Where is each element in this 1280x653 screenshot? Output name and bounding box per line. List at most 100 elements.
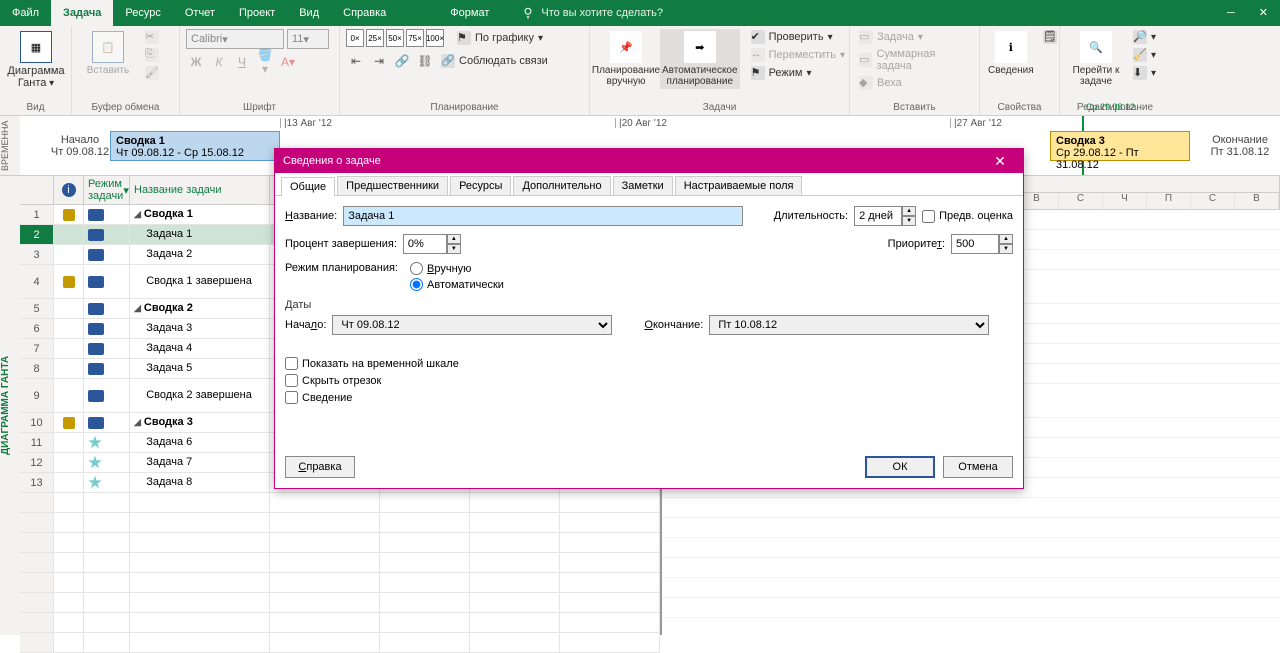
timeline-bar[interactable]: Сводка 3Ср 29.08.12 - Пт 31.08.12 — [1050, 131, 1190, 161]
inspect-button[interactable]: ✔Проверить ▾ — [748, 29, 848, 45]
dialog-close-icon[interactable]: ✕ — [985, 153, 1015, 170]
fill-button[interactable]: ⬇▾ — [1130, 65, 1159, 81]
dates-label: Даты — [285, 299, 1013, 311]
empty-row[interactable] — [20, 613, 660, 633]
duration-down[interactable]: ▼ — [902, 216, 916, 226]
ok-button[interactable]: ОК — [865, 456, 935, 478]
estimated-checkbox[interactable]: Предв. оценка — [922, 210, 1013, 223]
start-date-select[interactable]: Чт 09.08.12 — [332, 315, 612, 335]
task-icon: ▭ — [859, 30, 873, 44]
move-button: ↔Переместить ▾ — [748, 47, 848, 63]
pct-input[interactable] — [403, 234, 447, 254]
auto-mode-icon — [88, 417, 104, 429]
timeline-tick: |20 Авг '12 — [615, 118, 667, 128]
menu-format[interactable]: Формат — [438, 0, 501, 26]
scissors-icon: ✂ — [145, 30, 159, 44]
empty-row[interactable] — [20, 533, 660, 553]
manual-radio[interactable]: Вручную — [410, 262, 504, 275]
notes-button[interactable]: 🗒 — [1040, 29, 1060, 45]
empty-row[interactable] — [20, 553, 660, 573]
empty-row[interactable] — [20, 493, 660, 513]
auto-radio[interactable]: Автоматически — [410, 278, 504, 291]
mode-column[interactable]: Режим задачи ▾ — [84, 176, 130, 204]
menu-project[interactable]: Проект — [227, 0, 287, 26]
menu-report[interactable]: Отчет — [173, 0, 227, 26]
chain-icon: 🔗 — [441, 54, 455, 68]
outdent-button[interactable]: ⇤ — [346, 51, 366, 71]
priority-input[interactable] — [951, 234, 999, 254]
menu-resource[interactable]: Ресурс — [113, 0, 172, 26]
dialog-tab[interactable]: Заметки — [613, 176, 673, 195]
dialog-tab[interactable]: Общие — [281, 177, 335, 196]
duration-label: Длительность: — [774, 210, 848, 222]
menu-file[interactable]: Файл — [0, 0, 51, 26]
empty-row[interactable] — [20, 573, 660, 593]
dialog-tab[interactable]: Настраиваемые поля — [675, 176, 803, 195]
empty-row[interactable] — [20, 593, 660, 613]
pct-75[interactable]: 75× — [406, 29, 424, 47]
dialog-tab[interactable]: Ресурсы — [450, 176, 511, 195]
menu-help[interactable]: Справка — [331, 0, 398, 26]
percent-complete-row: 0× 25× 50× 75× 100× — [346, 29, 444, 47]
link-button[interactable]: 🔗 — [392, 51, 412, 71]
menu-task[interactable]: Задача — [51, 0, 113, 26]
mode-label: Режим планирования: — [285, 262, 398, 274]
window-min-icon[interactable]: ─ — [1215, 0, 1247, 26]
duration-up[interactable]: ▲ — [902, 206, 916, 216]
pct-100[interactable]: 100× — [426, 29, 444, 47]
gantt-view-button[interactable]: ▦ Диаграмма Ганта ▾ — [6, 29, 66, 91]
window-close-icon[interactable]: ✕ — [1247, 0, 1280, 26]
pct-up[interactable]: ▲ — [447, 234, 461, 244]
pct-0[interactable]: 0× — [346, 29, 364, 47]
timeline-end: ОкончаниеПт 31.08.12 — [1205, 134, 1275, 158]
finish-date-select[interactable]: Пт 10.08.12 — [709, 315, 989, 335]
dialog-tab[interactable]: Дополнительно — [513, 176, 610, 195]
auto-mode-icon — [88, 276, 104, 288]
on-track-button[interactable]: ⚑По графику ▾ — [454, 30, 546, 46]
tell-me[interactable]: Что вы хотите сделать? — [521, 6, 663, 20]
pri-up[interactable]: ▲ — [999, 234, 1013, 244]
pct-down[interactable]: ▼ — [447, 244, 461, 254]
summary-icon: ▭ — [859, 53, 872, 67]
italic-button: К — [209, 52, 229, 72]
respect-links-button[interactable]: 🔗Соблюдать связи — [438, 53, 551, 69]
empty-row[interactable] — [20, 513, 660, 533]
manual-schedule-button[interactable]: 📌 Планирование вручную — [596, 29, 656, 89]
timeline-tick: |27 Авг '12 — [950, 118, 1002, 128]
name-column[interactable]: Название задачи — [130, 176, 270, 204]
mode-button[interactable]: ⚑Режим ▾ — [748, 65, 848, 81]
unlink-button[interactable]: ⛓ — [415, 51, 435, 71]
cancel-button[interactable]: Отмена — [943, 456, 1013, 478]
scroll-to-task-button[interactable]: 🔍 Перейти к задаче — [1066, 29, 1126, 89]
auto-schedule-button[interactable]: ➡ Автоматическое планирование — [660, 29, 740, 89]
move-icon: ↔ — [751, 48, 765, 62]
auto-mode-icon — [88, 363, 104, 375]
task-name-input[interactable] — [343, 206, 743, 226]
font-size-combo: 11 ▾ — [287, 29, 329, 49]
show-timeline-checkbox[interactable]: Показать на временной шкале — [285, 357, 1013, 370]
pct-25[interactable]: 25× — [366, 29, 384, 47]
dialog-titlebar[interactable]: Сведения о задаче ✕ — [275, 149, 1023, 173]
task-info-button[interactable]: ℹ Сведения — [986, 29, 1036, 78]
empty-row[interactable] — [20, 633, 660, 653]
pri-down[interactable]: ▼ — [999, 244, 1013, 254]
help-button[interactable]: Справка — [285, 456, 355, 478]
find-button[interactable]: 🔎▾ — [1130, 29, 1159, 45]
rollup-checkbox[interactable]: Сведение — [285, 391, 1013, 404]
gantt-icon: ▦ — [20, 31, 52, 63]
indicator-column[interactable]: i — [54, 176, 84, 204]
indicator-icon — [63, 417, 75, 429]
menu-view[interactable]: Вид — [287, 0, 331, 26]
bold-button: Ж — [186, 52, 206, 72]
clear-button[interactable]: 🧹▾ — [1130, 47, 1159, 63]
eraser-icon: 🧹 — [1133, 48, 1147, 62]
hide-bar-checkbox[interactable]: Скрыть отрезок — [285, 374, 1013, 387]
pct-50[interactable]: 50× — [386, 29, 404, 47]
pin-icon: 📌 — [610, 31, 642, 63]
timeline-bar[interactable]: Сводка 1Чт 09.08.12 - Ср 15.08.12 — [110, 131, 280, 161]
dialog-tab[interactable]: Предшественники — [337, 176, 448, 195]
duration-input[interactable] — [854, 206, 902, 226]
indent-button[interactable]: ⇥ — [369, 51, 389, 71]
pct-label: Процент завершения: — [285, 238, 397, 250]
indicator-icon — [63, 276, 75, 288]
